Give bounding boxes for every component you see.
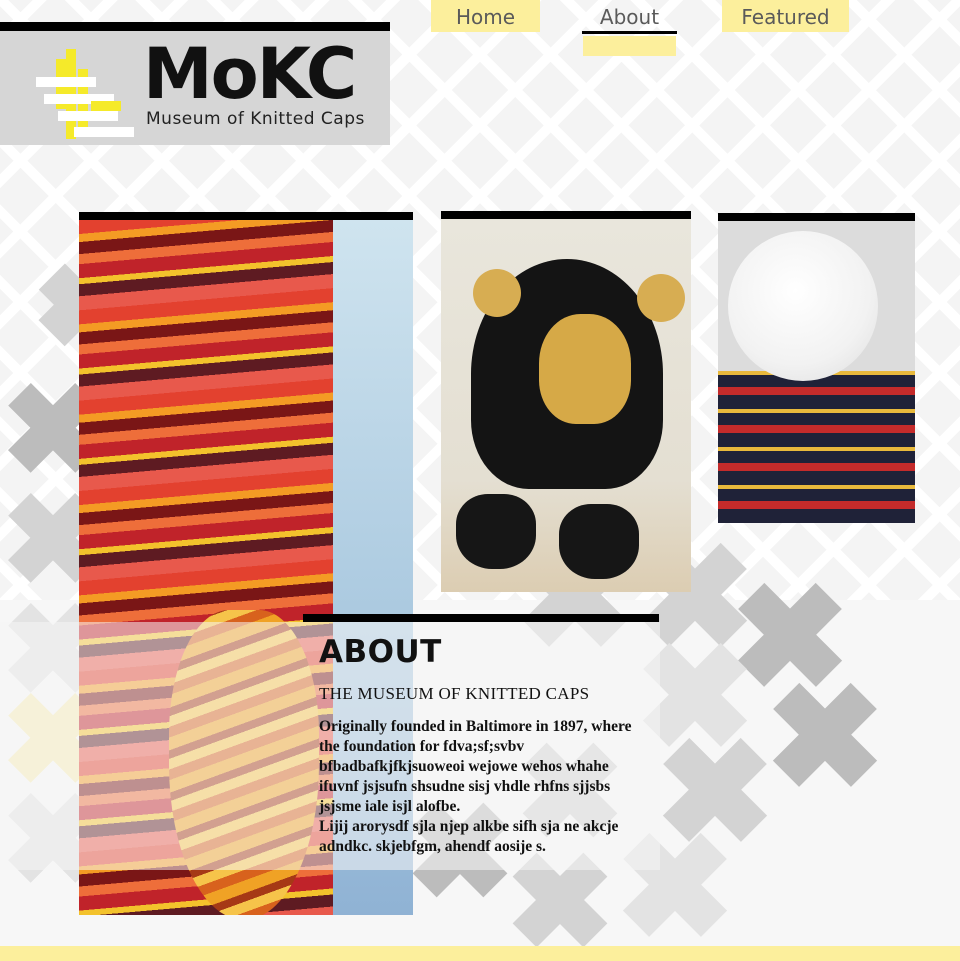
nav-about-link[interactable]: About: [582, 0, 677, 32]
logo-subtitle: Museum of Knitted Caps: [146, 109, 365, 129]
footer-strip: [0, 946, 960, 961]
decorative-x-shape: [660, 735, 770, 845]
nav-active-indicator: [582, 31, 677, 34]
photo-pompom-cap: [718, 213, 915, 523]
photo-bear-cap: [441, 211, 691, 592]
about-top-bar: [303, 614, 659, 622]
nav-home-link[interactable]: Home: [431, 0, 540, 32]
about-subheading: THE MUSEUM OF KNITTED CAPS: [319, 684, 590, 703]
site-logo[interactable]: MoKC Museum of Knitted Caps: [0, 22, 390, 145]
nav-featured-link[interactable]: Featured: [722, 0, 849, 32]
decorative-x-shape: [735, 580, 845, 690]
decorative-x-shape: [770, 680, 880, 790]
logo-title: MoKC: [143, 33, 357, 115]
about-paragraph: Originally founded in Baltimore in 1897,…: [319, 718, 632, 815]
about-body: Originally founded in Baltimore in 1897,…: [319, 717, 639, 857]
about-heading: ABOUT: [319, 634, 442, 670]
logo-mark-icon: [36, 49, 136, 141]
nav-active-highlight: [583, 36, 676, 56]
about-paragraph: Lijij arorysdf sjla njep alkbe sifh sja …: [319, 818, 619, 855]
